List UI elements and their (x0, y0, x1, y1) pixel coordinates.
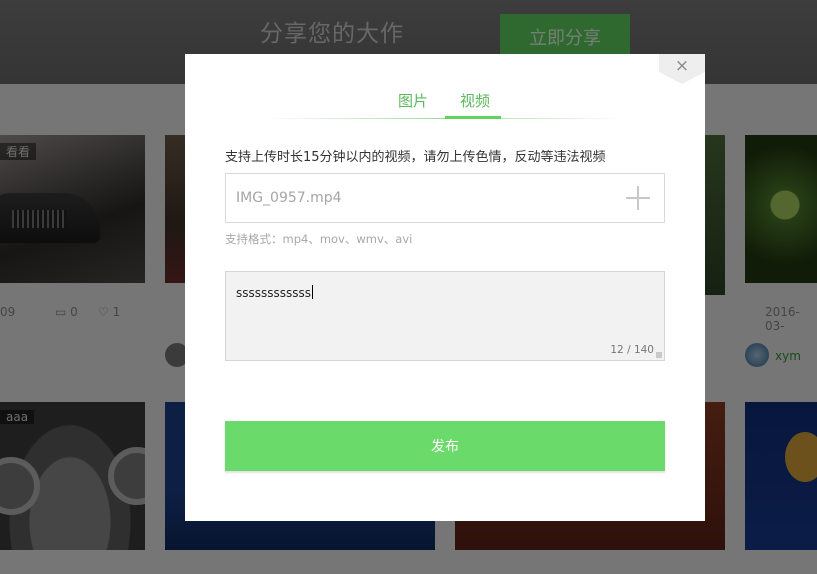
description-textarea[interactable]: ssssssssssss 12 / 140 (225, 271, 665, 361)
close-button[interactable]: × (659, 54, 705, 84)
active-tab-indicator (445, 116, 501, 119)
plus-icon[interactable] (626, 186, 650, 210)
description-text[interactable]: ssssssssssss (236, 285, 314, 300)
publish-button[interactable]: 发布 (225, 421, 665, 471)
file-name-field[interactable]: IMG_0957.mp4 (236, 190, 342, 206)
upload-notice: 支持上传时长15分钟以内的视频，请勿上传色情，反动等违法视频 (225, 150, 606, 165)
text-cursor (312, 285, 314, 299)
character-counter: 12 / 140 (610, 344, 654, 356)
resize-handle-icon[interactable] (656, 352, 662, 358)
tab-video[interactable]: 视频 (460, 90, 490, 111)
upload-dialog: × 图片 视频 支持上传时长15分钟以内的视频，请勿上传色情，反动等违法视频 I… (185, 54, 705, 521)
file-picker[interactable]: IMG_0957.mp4 (225, 173, 665, 223)
description-value: ssssssssssss (236, 286, 312, 300)
close-icon: × (674, 56, 690, 76)
media-type-tabs: 图片 视频 (185, 90, 705, 120)
tab-photo[interactable]: 图片 (398, 90, 428, 111)
supported-formats-hint: 支持格式：mp4、mov、wmv、avi (225, 232, 413, 246)
